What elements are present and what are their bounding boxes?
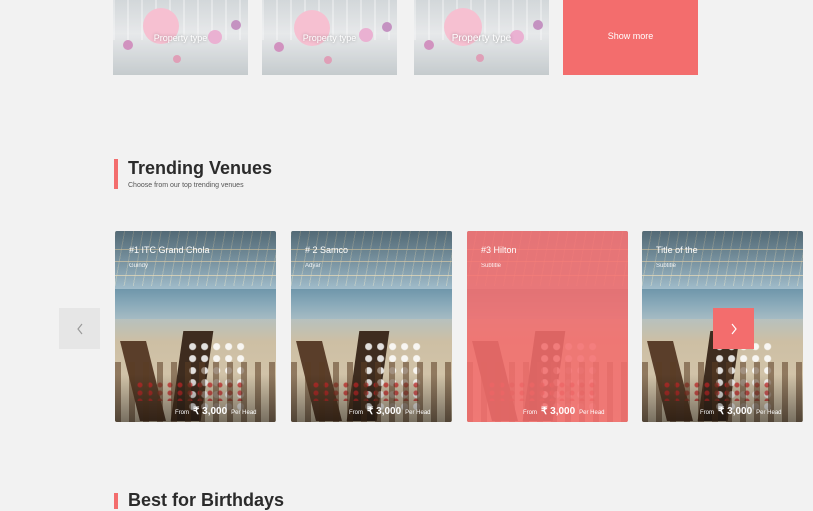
- venue-price: From ₹ 3,000 Per Head: [700, 401, 782, 419]
- venue-card[interactable]: #1 ITC Grand Chola Guindy From ₹ 3,000 Per…: [115, 231, 276, 422]
- highlight-overlay: [467, 231, 628, 422]
- venue-price: From ₹ 3,000 Per Head: [349, 401, 431, 419]
- section-accent-bar: [114, 493, 118, 509]
- section-title: Trending Venues: [128, 158, 273, 178]
- price-amount: ₹ 3,000: [193, 406, 228, 417]
- venue-price: From ₹ 3,000 Per Head: [175, 401, 257, 419]
- show-more-button[interactable]: Show more: [563, 0, 698, 75]
- venue-photo: [115, 231, 276, 422]
- price-per-label: Per Head: [756, 410, 782, 416]
- section-title: Best for Birthdays: [128, 490, 285, 510]
- venue-card[interactable]: # 2 Samco Adyar From ₹ 3,000 Per Head: [291, 231, 452, 422]
- price-amount: ₹ 3,000: [541, 406, 576, 417]
- price-per-label: Per Head: [405, 410, 431, 416]
- chevron-left-icon: [76, 323, 82, 334]
- price-per-label: Per Head: [579, 410, 605, 416]
- venue-price: From ₹ 3,000 Per Head: [523, 401, 605, 419]
- venue-title: #1 ITC Grand Chola: [129, 245, 210, 255]
- price-amount: ₹ 3,000: [718, 406, 753, 417]
- price-from-label: From: [349, 410, 363, 416]
- section-accent-bar: [114, 159, 118, 189]
- property-type-label: Property type: [451, 33, 512, 44]
- venue-title: Title of the: [656, 245, 698, 255]
- venue-photo: [291, 231, 452, 422]
- property-type-card[interactable]: Property type: [414, 0, 549, 75]
- property-type-card[interactable]: Property type: [113, 0, 248, 75]
- carousel-prev-button[interactable]: [59, 308, 100, 349]
- price-amount: ₹ 3,000: [367, 406, 402, 417]
- chevron-right-icon: [731, 323, 737, 334]
- venue-subtitle: Guindy: [129, 263, 149, 269]
- venue-subtitle: Adyar: [305, 263, 321, 269]
- price-per-label: Per Head: [231, 410, 257, 416]
- price-from-label: From: [175, 410, 189, 416]
- carousel-next-button[interactable]: [713, 308, 754, 349]
- property-type-card[interactable]: Property type: [262, 0, 397, 75]
- price-from-label: From: [700, 410, 714, 416]
- venue-subtitle: Subtitle: [481, 263, 502, 269]
- venue-title: #3 Hilton: [481, 245, 517, 255]
- venue-subtitle: Subtitle: [656, 263, 677, 269]
- price-from-label: From: [523, 410, 537, 416]
- property-type-label: Property type: [302, 33, 357, 43]
- venue-title: # 2 Samco: [305, 245, 349, 255]
- venue-card-active[interactable]: #3 Hilton Subtitle From ₹ 3,000 Per Head: [467, 231, 628, 422]
- section-subtitle: Choose from our top trending venues: [128, 182, 244, 189]
- property-type-label: Property type: [153, 33, 208, 43]
